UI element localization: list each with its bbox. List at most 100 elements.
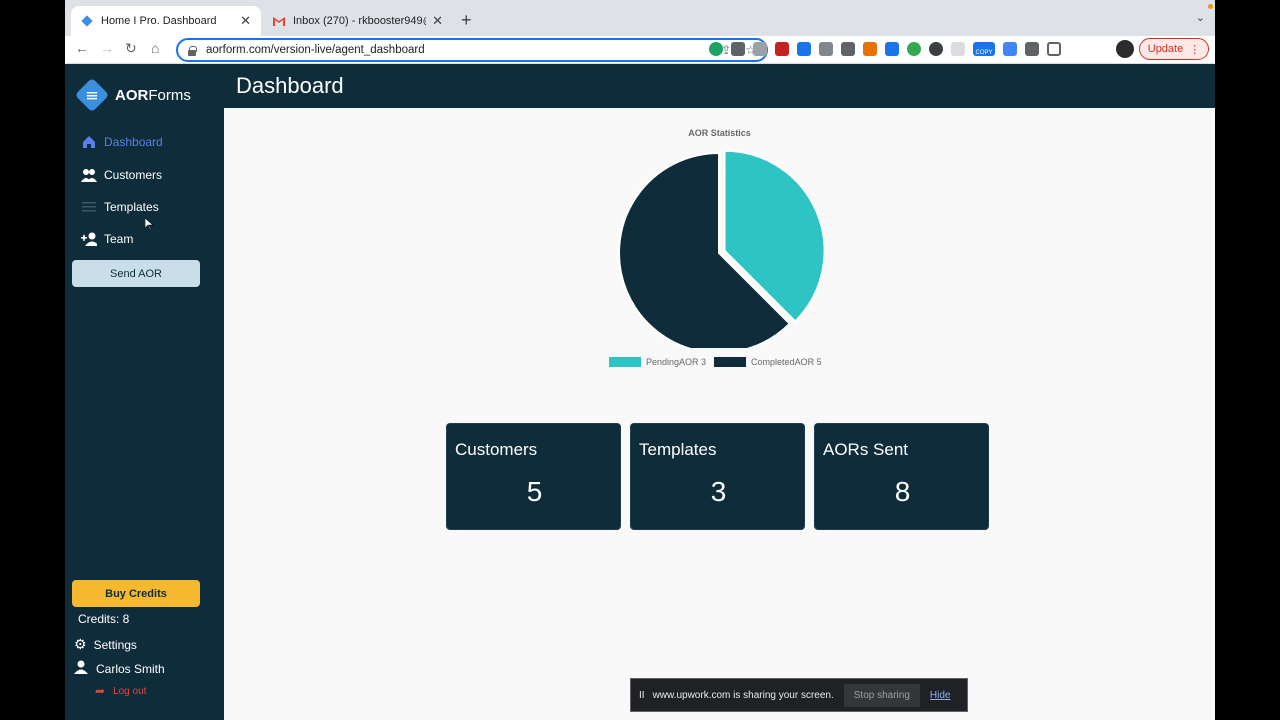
grammarly-icon[interactable] bbox=[709, 42, 723, 56]
extension-icon[interactable] bbox=[819, 42, 833, 56]
logout-link[interactable]: ➦ Log out bbox=[95, 684, 146, 698]
logout-label: Log out bbox=[113, 685, 147, 697]
send-aor-button[interactable]: Send AOR bbox=[72, 260, 200, 287]
tab-dashboard[interactable]: Home I Pro. Dashboard ✕ bbox=[71, 6, 261, 36]
update-button[interactable]: Update ⋮ bbox=[1139, 38, 1209, 60]
close-tab-icon[interactable]: ✕ bbox=[240, 13, 251, 29]
user-icon bbox=[74, 660, 88, 677]
templates-stat-card[interactable]: Templates 3 bbox=[630, 423, 805, 530]
play-icon[interactable] bbox=[907, 42, 921, 56]
sidebar-item-label: Team bbox=[104, 232, 134, 246]
extension-icon[interactable] bbox=[841, 42, 855, 56]
list-icon bbox=[81, 199, 97, 215]
address-bar[interactable]: aorform.com/version-live/agent_dashboard… bbox=[176, 38, 768, 62]
sidebar: AORForms Dashboard Customers Templates T… bbox=[65, 64, 224, 720]
tab-title: Home I Pro. Dashboard bbox=[101, 15, 217, 27]
new-tab-icon[interactable]: + bbox=[461, 10, 472, 31]
share-text: www.upwork.com is sharing your screen. bbox=[652, 689, 834, 701]
sidebar-item-customers[interactable]: Customers bbox=[81, 167, 162, 183]
aor-pie-chart bbox=[618, 149, 824, 348]
close-tab-icon[interactable]: ✕ bbox=[432, 13, 443, 29]
sidebar-item-label: Customers bbox=[104, 168, 163, 182]
mouse-cursor-icon bbox=[145, 218, 153, 230]
settings-label: Settings bbox=[93, 637, 137, 652]
letterbox-left bbox=[0, 0, 65, 720]
copy-extension-icon[interactable]: COPY bbox=[973, 42, 995, 56]
sidebar-item-label: Dashboard bbox=[104, 135, 163, 149]
legend-label: CompletedAOR 5 bbox=[751, 357, 822, 367]
legend-item-pending[interactable]: PendingAOR 3 bbox=[609, 357, 706, 367]
sidebar-item-dashboard[interactable]: Dashboard bbox=[81, 134, 163, 150]
tab-inbox[interactable]: Inbox (270) - rkbooster949@g ✕ bbox=[263, 6, 453, 36]
letterbox-right bbox=[1215, 0, 1280, 720]
tab-title: Inbox (270) - rkbooster949@g bbox=[293, 15, 427, 27]
brand[interactable]: AORForms bbox=[74, 77, 191, 113]
card-label: AORs Sent bbox=[823, 440, 909, 459]
card-value: 5 bbox=[526, 476, 543, 507]
sidebar-item-label: Templates bbox=[104, 200, 159, 214]
app: AORForms Dashboard Customers Templates T… bbox=[65, 64, 1215, 720]
extension-icon[interactable] bbox=[731, 42, 745, 56]
update-label: Update bbox=[1147, 43, 1184, 55]
shield-icon[interactable] bbox=[797, 42, 811, 56]
stop-sharing-button[interactable]: Stop sharing bbox=[843, 683, 920, 707]
mouse-icon[interactable] bbox=[951, 42, 965, 56]
page-header: Dashboard bbox=[224, 64, 1215, 108]
profile-avatar[interactable] bbox=[1116, 40, 1134, 58]
brand-name: AORForms bbox=[115, 86, 191, 104]
chart-legend: PendingAOR 3 CompletedAOR 5 bbox=[609, 357, 830, 367]
chart-title: AOR Statistics bbox=[688, 128, 751, 138]
extension-icon[interactable] bbox=[1003, 42, 1017, 56]
card-label: Customers bbox=[455, 440, 538, 459]
settings-link[interactable]: ⚙ Settings bbox=[74, 636, 137, 653]
card-value: 3 bbox=[710, 476, 727, 507]
user-profile[interactable]: Carlos Smith bbox=[74, 660, 165, 677]
url-text: aorform.com/version-live/agent_dashboard bbox=[206, 44, 425, 56]
users-icon bbox=[81, 167, 97, 183]
extension-icon[interactable] bbox=[753, 42, 767, 56]
page-title: Dashboard bbox=[236, 73, 344, 98]
lock-icon bbox=[188, 45, 197, 56]
legend-swatch bbox=[609, 357, 641, 367]
aorforms-favicon-icon bbox=[81, 15, 93, 27]
notification-dot bbox=[1208, 4, 1213, 9]
legend-label: PendingAOR 3 bbox=[646, 357, 707, 367]
logout-icon: ➦ bbox=[95, 684, 106, 698]
forward-icon[interactable]: → bbox=[100, 40, 114, 56]
extension-icon[interactable] bbox=[885, 42, 899, 56]
legend-item-completed[interactable]: CompletedAOR 5 bbox=[714, 357, 822, 367]
gear-icon: ⚙ bbox=[74, 636, 87, 652]
buy-credits-button[interactable]: Buy Credits bbox=[72, 580, 200, 607]
gmail-icon bbox=[273, 15, 285, 27]
puzzle-icon[interactable] bbox=[1025, 42, 1039, 56]
browser-toolbar: ← → ↻ ⌂ aorform.com/version-live/agent_d… bbox=[65, 36, 1215, 64]
sidebar-item-templates[interactable]: Templates bbox=[81, 199, 159, 215]
customers-stat-card[interactable]: Customers 5 bbox=[446, 423, 621, 530]
pause-icon: II bbox=[639, 689, 645, 701]
extension-icon[interactable] bbox=[929, 42, 943, 56]
sidebar-item-team[interactable]: Team bbox=[81, 231, 133, 247]
browser-window: Home I Pro. Dashboard ✕ Inbox (270) - rk… bbox=[65, 0, 1215, 720]
tab-strip: Home I Pro. Dashboard ✕ Inbox (270) - rk… bbox=[65, 0, 1215, 36]
hide-link[interactable]: Hide bbox=[930, 690, 951, 701]
aors-sent-stat-card[interactable]: AORs Sent 8 bbox=[814, 423, 989, 530]
screen-share-bar: II www.upwork.com is sharing your screen… bbox=[630, 678, 968, 712]
main-content: AOR Statistics PendingAOR 3 CompletedAOR… bbox=[224, 108, 1215, 720]
home-icon bbox=[81, 134, 97, 150]
card-label: Templates bbox=[639, 440, 717, 459]
extensions-row: COPY bbox=[709, 42, 1061, 56]
side-panel-icon[interactable] bbox=[1047, 42, 1061, 56]
credits-count: Credits: 8 bbox=[78, 612, 130, 626]
home-button-icon[interactable]: ⌂ bbox=[151, 40, 159, 56]
card-value: 8 bbox=[894, 476, 911, 507]
back-icon[interactable]: ← bbox=[75, 40, 89, 56]
tab-search-icon[interactable]: ⌄ bbox=[1196, 11, 1205, 24]
user-name: Carlos Smith bbox=[96, 661, 165, 676]
aorforms-logo-icon bbox=[74, 77, 110, 113]
extension-icon[interactable] bbox=[775, 42, 789, 56]
legend-swatch bbox=[714, 357, 747, 367]
add-user-icon bbox=[81, 231, 97, 247]
metamask-icon[interactable] bbox=[863, 42, 877, 56]
kebab-menu-icon: ⋮ bbox=[1189, 43, 1201, 56]
reload-icon[interactable]: ↻ bbox=[125, 40, 137, 57]
